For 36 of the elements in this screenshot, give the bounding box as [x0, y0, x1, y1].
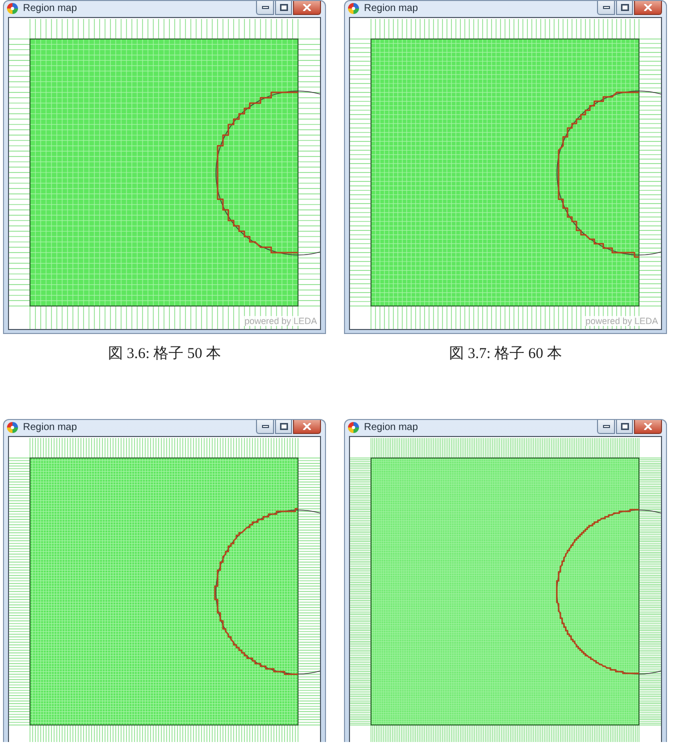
- minimize-button[interactable]: [256, 420, 274, 434]
- figure-caption: 図 3.7: 格子 60 本: [449, 345, 562, 363]
- maximize-button[interactable]: [275, 420, 292, 434]
- close-button[interactable]: [293, 1, 321, 15]
- maximize-icon: [620, 4, 628, 11]
- close-button[interactable]: [634, 1, 662, 15]
- close-icon: [303, 4, 311, 11]
- close-icon: [644, 4, 652, 11]
- minimize-button[interactable]: [597, 420, 615, 434]
- minimize-icon: [602, 425, 610, 428]
- quadrant-circle-icon: [348, 422, 359, 433]
- minimize-icon: [262, 6, 268, 9]
- quadrant-circle-icon: [348, 3, 359, 14]
- maximize-button[interactable]: [275, 1, 292, 15]
- maximize-button[interactable]: [616, 1, 633, 15]
- quadrant-circle-icon: [7, 3, 18, 14]
- credit-text: powered by LEDA: [244, 316, 317, 326]
- close-icon: [644, 423, 652, 430]
- quadrant-circle-icon: [7, 422, 18, 433]
- maximize-icon: [620, 423, 628, 430]
- maximize-button[interactable]: [616, 420, 633, 434]
- maximize-icon: [280, 4, 288, 11]
- minimize-icon: [262, 425, 268, 428]
- window-title: Region map: [364, 421, 418, 435]
- minimize-button[interactable]: [597, 1, 615, 15]
- maximize-icon: [280, 423, 288, 430]
- close-button[interactable]: [634, 420, 662, 434]
- figure-caption: 図 3.6: 格子 50 本: [108, 345, 221, 363]
- close-icon: [303, 423, 311, 430]
- window-title: Region map: [23, 421, 77, 435]
- window-title: Region map: [23, 2, 77, 16]
- window-title: Region map: [364, 2, 418, 16]
- credit-text: powered by LEDA: [585, 316, 658, 326]
- minimize-button[interactable]: [256, 1, 274, 15]
- minimize-icon: [602, 6, 610, 9]
- close-button[interactable]: [293, 420, 321, 434]
